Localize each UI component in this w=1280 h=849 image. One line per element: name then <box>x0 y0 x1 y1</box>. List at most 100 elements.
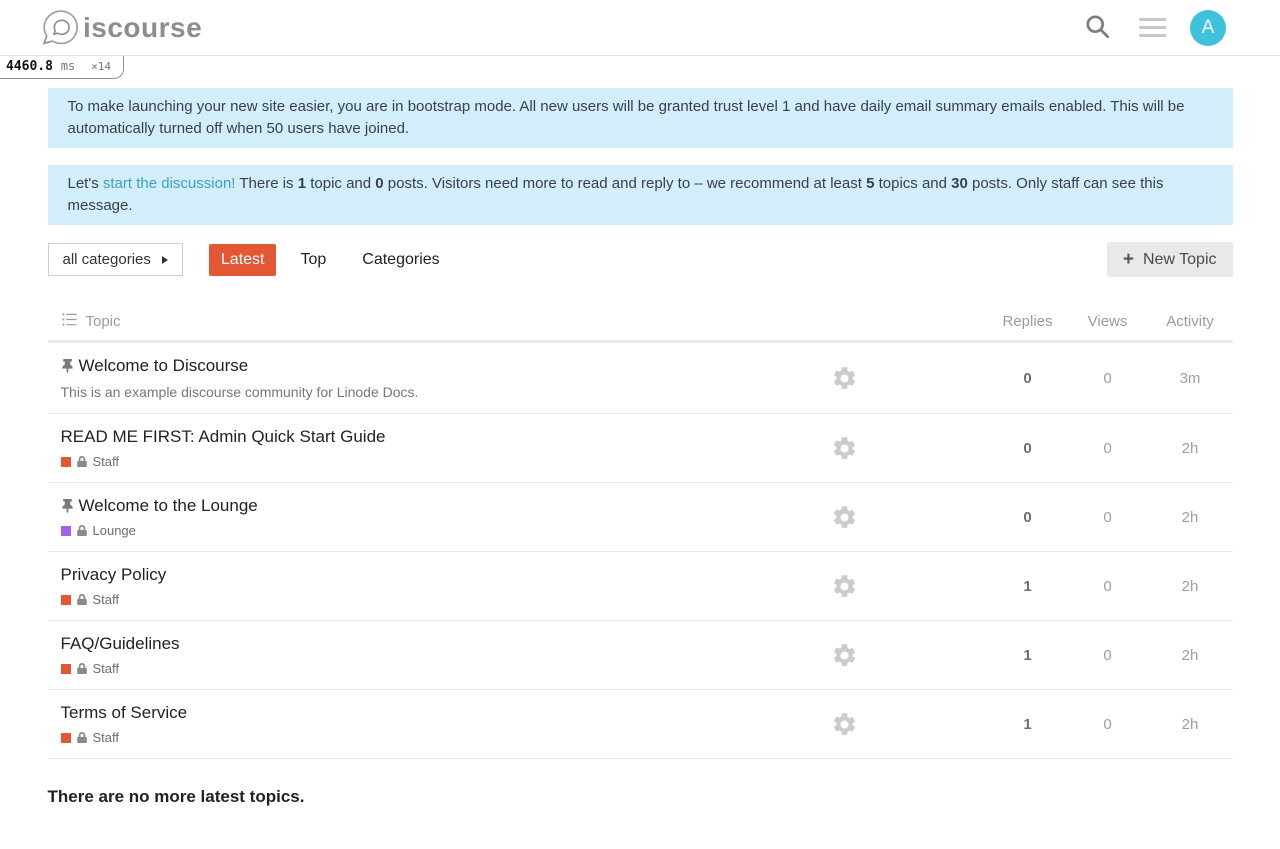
tab-latest[interactable]: Latest <box>209 244 277 276</box>
banner-text: posts. Visitors need more to read and re… <box>384 175 866 192</box>
category-filter-dropdown[interactable]: all categories <box>48 243 183 276</box>
category-badge[interactable]: Staff <box>61 454 702 469</box>
views-count: 0 <box>1068 716 1148 733</box>
topic-title-link[interactable]: FAQ/Guidelines <box>61 634 180 654</box>
system-avatar-gear-icon[interactable] <box>831 642 858 669</box>
system-avatar-gear-icon[interactable] <box>831 573 858 600</box>
topic-title-link[interactable]: READ ME FIRST: Admin Quick Start Guide <box>61 427 386 447</box>
topic-row: Welcome to Discourse This is an example … <box>48 343 1233 414</box>
bootstrap-mode-banner: To make launching your new site easier, … <box>48 88 1233 148</box>
topic-header-label: Topic <box>86 313 121 330</box>
site-header: iscourse A <box>0 0 1280 56</box>
activity-time[interactable]: 2h <box>1148 440 1233 457</box>
lock-icon <box>77 732 87 743</box>
banner-text: topics and <box>874 175 951 192</box>
no-more-topics-message: There are no more latest topics. <box>48 787 1233 807</box>
posters-cell <box>702 504 988 531</box>
profiler-duration: 4460.8 <box>6 59 53 74</box>
category-badge[interactable]: Staff <box>61 661 702 676</box>
views-count: 0 <box>1068 440 1148 457</box>
start-discussion-link[interactable]: start the discussion! <box>103 175 236 192</box>
discourse-logo[interactable]: iscourse <box>40 5 202 51</box>
hamburger-menu-button[interactable] <box>1135 14 1170 41</box>
tab-categories[interactable]: Categories <box>350 244 451 276</box>
views-count: 0 <box>1068 370 1148 387</box>
activity-time[interactable]: 2h <box>1148 578 1233 595</box>
topic-excerpt: This is an example discourse community f… <box>61 384 702 400</box>
category-badge[interactable]: Staff <box>61 592 702 607</box>
pinned-icon <box>61 499 74 513</box>
tab-top[interactable]: Top <box>288 244 338 276</box>
profiler-count: ×14 <box>91 60 111 73</box>
category-name: Staff <box>93 730 120 745</box>
category-color-square <box>61 733 71 743</box>
topic-title-link[interactable]: Privacy Policy <box>61 565 167 585</box>
hamburger-icon <box>1139 18 1166 37</box>
category-badge[interactable]: Staff <box>61 730 702 745</box>
profiler-unit: ms <box>61 59 75 73</box>
miniprofiler-badge[interactable]: 4460.8 ms ×14 <box>0 56 124 79</box>
activity-column-header[interactable]: Activity <box>1148 313 1233 330</box>
topic-cell: Welcome to the Lounge Lounge <box>48 496 702 538</box>
caret-right-icon <box>162 256 168 264</box>
activity-time[interactable]: 2h <box>1148 509 1233 526</box>
activity-time[interactable]: 3m <box>1148 370 1233 387</box>
topic-cell: Welcome to Discourse This is an example … <box>48 356 702 400</box>
lock-icon <box>77 525 87 536</box>
activity-time[interactable]: 2h <box>1148 716 1233 733</box>
category-name: Lounge <box>93 523 136 538</box>
topic-column-header: Topic <box>48 312 702 331</box>
brand-wordmark: iscourse <box>83 14 202 42</box>
posters-cell <box>702 573 988 600</box>
topic-cell: Privacy Policy Staff <box>48 565 702 607</box>
views-column-header[interactable]: Views <box>1068 313 1148 330</box>
topic-list-header: Topic Replies Views Activity <box>48 303 1233 343</box>
user-avatar[interactable]: A <box>1190 10 1226 46</box>
discourse-logo-mark-icon <box>40 5 82 51</box>
topic-row: Privacy Policy Staff 1 0 2h <box>48 552 1233 621</box>
lock-icon <box>77 594 87 605</box>
bootstrap-banner-text: To make launching your new site easier, … <box>68 98 1185 137</box>
posters-cell <box>702 711 988 738</box>
topic-cell: Terms of Service Staff <box>48 703 702 745</box>
banner-text: topic and <box>306 175 375 192</box>
replies-count: 0 <box>988 509 1068 526</box>
topic-title-link[interactable]: Welcome to the Lounge <box>79 496 258 516</box>
post-count: 0 <box>375 175 383 192</box>
lock-icon <box>77 663 87 674</box>
nav-tabs: Latest Top Categories <box>209 244 452 276</box>
topic-row: Terms of Service Staff 1 0 2h <box>48 690 1233 759</box>
category-filter-label: all categories <box>63 251 151 268</box>
system-avatar-gear-icon[interactable] <box>831 711 858 738</box>
category-badge[interactable]: Lounge <box>61 523 702 538</box>
system-avatar-gear-icon[interactable] <box>831 435 858 462</box>
banner-text: There is <box>235 175 297 192</box>
new-topic-label: New Topic <box>1143 251 1217 269</box>
main-content: To make launching your new site easier, … <box>48 88 1233 807</box>
posters-cell <box>702 435 988 462</box>
views-count: 0 <box>1068 509 1148 526</box>
search-button[interactable] <box>1080 9 1115 47</box>
list-controls: all categories Latest Top Categories + N… <box>48 242 1233 277</box>
new-topic-button[interactable]: + New Topic <box>1107 242 1233 277</box>
lock-icon <box>77 456 87 467</box>
banner-text: Let's <box>68 175 103 192</box>
replies-count: 1 <box>988 716 1068 733</box>
topic-title-link[interactable]: Terms of Service <box>61 703 188 723</box>
views-count: 0 <box>1068 578 1148 595</box>
replies-column-header[interactable]: Replies <box>988 313 1068 330</box>
category-color-square <box>61 595 71 605</box>
system-avatar-gear-icon[interactable] <box>831 365 858 392</box>
topic-row: READ ME FIRST: Admin Quick Start Guide S… <box>48 414 1233 483</box>
replies-count: 0 <box>988 370 1068 387</box>
activity-time[interactable]: 2h <box>1148 647 1233 664</box>
category-name: Staff <box>93 592 120 607</box>
system-avatar-gear-icon[interactable] <box>831 504 858 531</box>
pinned-icon <box>61 359 74 373</box>
topic-count: 1 <box>298 175 306 192</box>
topic-title-link[interactable]: Welcome to Discourse <box>79 356 249 376</box>
views-count: 0 <box>1068 647 1148 664</box>
posters-cell <box>702 365 988 392</box>
topic-list: Welcome to Discourse This is an example … <box>48 343 1233 759</box>
category-color-square <box>61 664 71 674</box>
